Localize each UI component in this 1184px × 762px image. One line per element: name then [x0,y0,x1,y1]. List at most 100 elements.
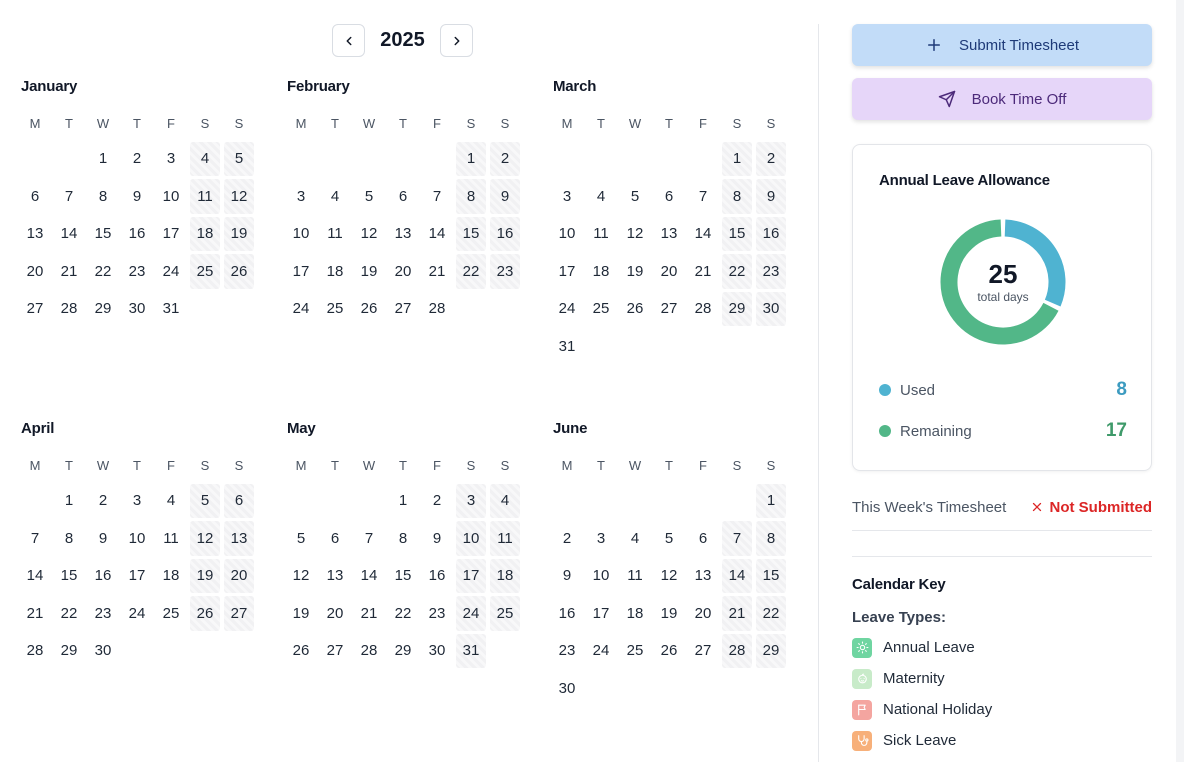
weekend-day-cell[interactable]: 10 [456,521,486,556]
next-year-button[interactable] [440,24,473,57]
day-cell[interactable]: 4 [618,520,652,558]
day-cell[interactable]: 10 [550,215,584,253]
weekend-day-cell[interactable]: 13 [224,521,254,556]
day-cell[interactable]: 15 [386,557,420,595]
day-cell[interactable]: 28 [352,632,386,670]
day-cell[interactable]: 10 [120,520,154,558]
weekend-day-cell[interactable]: 28 [722,633,752,668]
day-cell[interactable]: 21 [686,253,720,291]
day-cell[interactable]: 17 [154,215,188,253]
day-cell[interactable]: 23 [420,595,454,633]
day-cell[interactable]: 3 [284,178,318,216]
day-cell[interactable]: 24 [120,595,154,633]
weekend-day-cell[interactable]: 6 [224,483,254,518]
day-cell[interactable]: 2 [550,520,584,558]
day-cell[interactable]: 30 [86,632,120,670]
weekend-day-cell[interactable]: 23 [756,254,786,289]
weekend-day-cell[interactable]: 1 [722,141,752,176]
day-cell[interactable]: 26 [618,290,652,328]
weekend-day-cell[interactable]: 11 [190,179,220,214]
weekend-day-cell[interactable]: 2 [490,141,520,176]
day-cell[interactable]: 5 [284,520,318,558]
day-cell[interactable]: 27 [686,632,720,670]
weekend-day-cell[interactable]: 22 [722,254,752,289]
day-cell[interactable]: 18 [584,253,618,291]
day-cell[interactable]: 20 [386,253,420,291]
day-cell[interactable]: 13 [18,215,52,253]
day-cell[interactable]: 14 [18,557,52,595]
day-cell[interactable]: 5 [352,178,386,216]
day-cell[interactable]: 30 [420,632,454,670]
weekend-day-cell[interactable]: 8 [756,521,786,556]
day-cell[interactable]: 3 [120,482,154,520]
weekend-day-cell[interactable]: 30 [756,291,786,326]
day-cell[interactable]: 24 [584,632,618,670]
day-cell[interactable]: 24 [284,290,318,328]
day-cell[interactable]: 20 [686,595,720,633]
weekend-day-cell[interactable]: 18 [490,558,520,593]
weekend-day-cell[interactable]: 23 [490,254,520,289]
day-cell[interactable]: 13 [686,557,720,595]
day-cell[interactable]: 16 [550,595,584,633]
day-cell[interactable]: 7 [52,178,86,216]
day-cell[interactable]: 11 [318,215,352,253]
previous-year-button[interactable] [332,24,365,57]
weekend-day-cell[interactable]: 16 [490,216,520,251]
weekend-day-cell[interactable]: 7 [722,521,752,556]
weekend-day-cell[interactable]: 12 [224,179,254,214]
day-cell[interactable]: 10 [284,215,318,253]
day-cell[interactable]: 6 [386,178,420,216]
day-cell[interactable]: 17 [284,253,318,291]
day-cell[interactable]: 11 [618,557,652,595]
weekend-day-cell[interactable]: 3 [456,483,486,518]
weekend-day-cell[interactable]: 1 [756,483,786,518]
weekend-day-cell[interactable]: 4 [190,141,220,176]
day-cell[interactable]: 9 [550,557,584,595]
weekend-day-cell[interactable]: 8 [456,179,486,214]
day-cell[interactable]: 10 [154,178,188,216]
day-cell[interactable]: 1 [386,482,420,520]
day-cell[interactable]: 26 [284,632,318,670]
weekend-day-cell[interactable]: 14 [722,558,752,593]
day-cell[interactable]: 24 [550,290,584,328]
day-cell[interactable]: 1 [86,140,120,178]
weekend-day-cell[interactable]: 27 [224,596,254,631]
day-cell[interactable]: 22 [86,253,120,291]
day-cell[interactable]: 25 [154,595,188,633]
book-time-off-button[interactable]: Book Time Off [852,78,1152,120]
weekend-day-cell[interactable]: 20 [224,558,254,593]
day-cell[interactable]: 19 [284,595,318,633]
day-cell[interactable]: 13 [318,557,352,595]
day-cell[interactable]: 9 [120,178,154,216]
day-cell[interactable]: 10 [584,557,618,595]
weekend-day-cell[interactable]: 17 [456,558,486,593]
day-cell[interactable]: 27 [318,632,352,670]
day-cell[interactable]: 27 [18,290,52,328]
weekend-day-cell[interactable]: 15 [456,216,486,251]
day-cell[interactable]: 2 [120,140,154,178]
submit-timesheet-button[interactable]: Submit Timesheet [852,24,1152,66]
day-cell[interactable]: 25 [584,290,618,328]
day-cell[interactable]: 2 [86,482,120,520]
day-cell[interactable]: 13 [652,215,686,253]
day-cell[interactable]: 2 [420,482,454,520]
day-cell[interactable]: 4 [154,482,188,520]
day-cell[interactable]: 6 [318,520,352,558]
day-cell[interactable]: 24 [154,253,188,291]
day-cell[interactable]: 17 [120,557,154,595]
day-cell[interactable]: 21 [420,253,454,291]
day-cell[interactable]: 7 [352,520,386,558]
day-cell[interactable]: 21 [52,253,86,291]
day-cell[interactable]: 29 [52,632,86,670]
weekend-day-cell[interactable]: 31 [456,633,486,668]
weekend-day-cell[interactable]: 25 [490,596,520,631]
day-cell[interactable]: 21 [18,595,52,633]
day-cell[interactable]: 18 [318,253,352,291]
day-cell[interactable]: 16 [120,215,154,253]
day-cell[interactable]: 6 [686,520,720,558]
day-cell[interactable]: 19 [352,253,386,291]
day-cell[interactable]: 17 [584,595,618,633]
day-cell[interactable]: 29 [86,290,120,328]
day-cell[interactable]: 18 [154,557,188,595]
day-cell[interactable]: 7 [18,520,52,558]
